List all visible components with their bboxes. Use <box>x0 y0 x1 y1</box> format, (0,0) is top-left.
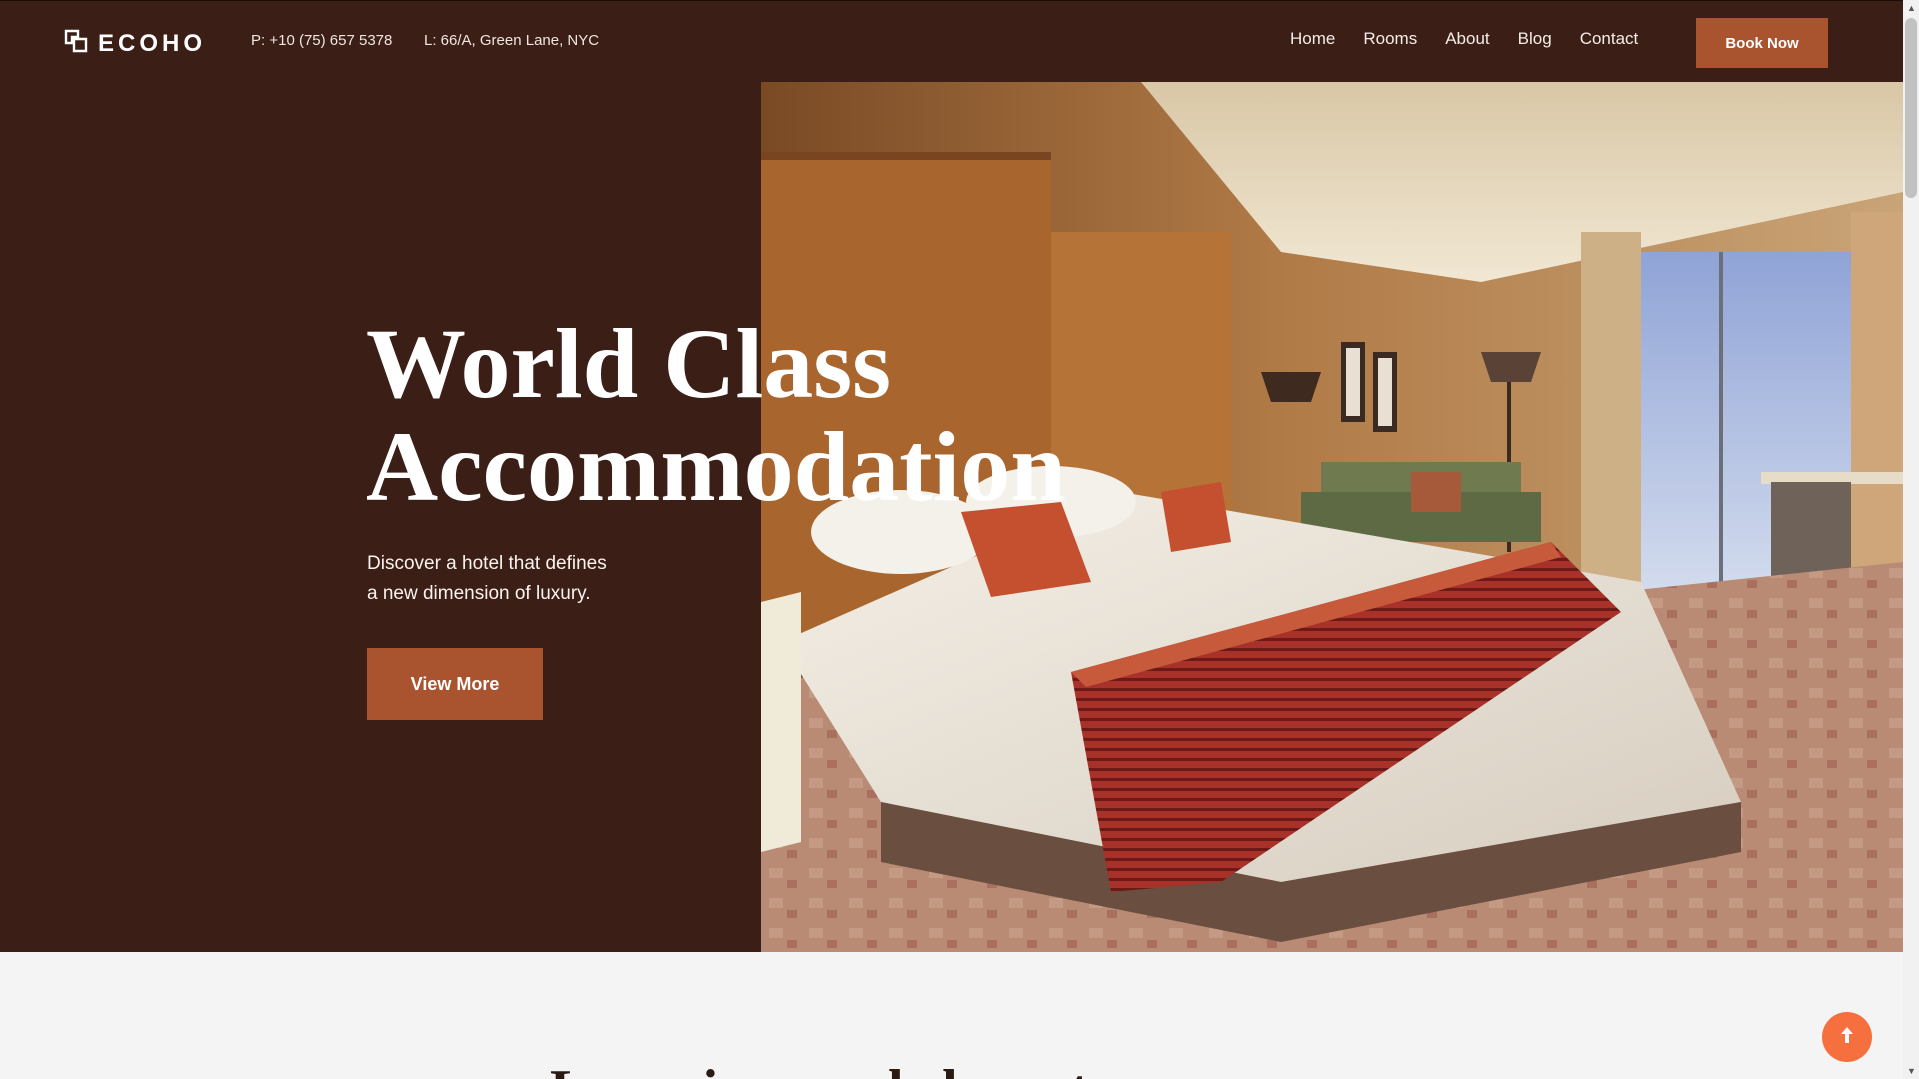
nav-contact[interactable]: Contact <box>1580 29 1639 49</box>
nav-home[interactable]: Home <box>1290 29 1335 49</box>
page: ECOHO P: +10 (75) 657 5378 L: 66/A, Gree… <box>0 0 1903 1079</box>
scroll-up-icon[interactable]: ▲ <box>1907 4 1916 13</box>
site-header: ECOHO P: +10 (75) 657 5378 L: 66/A, Gree… <box>0 1 1903 82</box>
arrow-up-icon <box>1838 1025 1856 1050</box>
logo-text: ECOHO <box>98 29 207 57</box>
hero-title-line1: World Class <box>366 308 892 419</box>
section-heading: Luxurious and elegant <box>550 1058 1088 1079</box>
scrollbar-thumb[interactable] <box>1905 18 1917 198</box>
nav-about[interactable]: About <box>1445 29 1489 49</box>
view-more-button[interactable]: View More <box>367 648 543 720</box>
hero-subtitle-line1: Discover a hotel that defines <box>367 553 607 574</box>
header-phone: P: +10 (75) 657 5378 <box>251 32 393 49</box>
main-nav: Home Rooms About Blog Contact <box>1290 29 1638 49</box>
scroll-top-button[interactable] <box>1822 1012 1872 1062</box>
page-scrollbar[interactable]: ▲ ▼ <box>1903 0 1919 1079</box>
nav-rooms[interactable]: Rooms <box>1363 29 1417 49</box>
logo-icon <box>64 29 88 58</box>
scroll-down-icon[interactable]: ▼ <box>1907 1067 1916 1076</box>
nav-blog[interactable]: Blog <box>1518 29 1552 49</box>
hero-title-line2: Accommodation <box>366 411 1066 522</box>
hero-title: World Class Accommodation <box>366 312 1086 518</box>
hero-subtitle-line2: a new dimension of luxury. <box>367 583 591 604</box>
book-now-button[interactable]: Book Now <box>1696 18 1828 68</box>
logo[interactable]: ECOHO <box>64 29 206 58</box>
hero-subtitle: Discover a hotel that defines a new dime… <box>367 549 657 609</box>
header-location: L: 66/A, Green Lane, NYC <box>424 32 600 49</box>
